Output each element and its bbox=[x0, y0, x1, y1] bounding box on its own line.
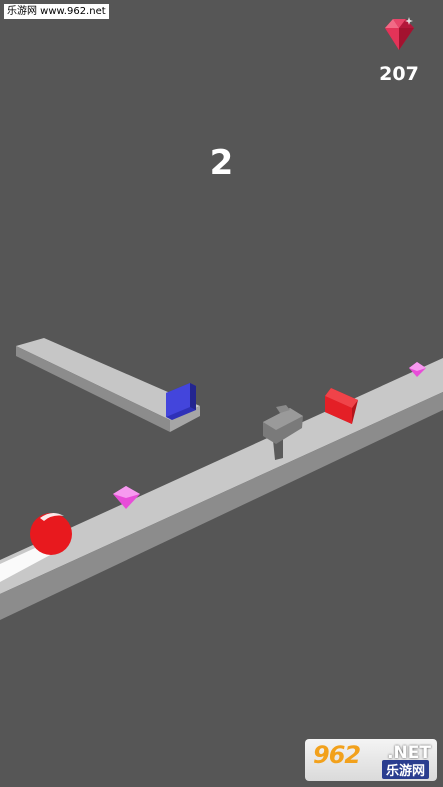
watermark-logo: 962 .NET 乐游网 bbox=[305, 739, 437, 781]
main-track bbox=[0, 358, 443, 620]
game-scene bbox=[0, 338, 443, 620]
watermark-brand: 962 bbox=[313, 741, 361, 769]
watermark-top: 乐游网 www.962.net bbox=[4, 4, 109, 19]
ruby-gem-icon bbox=[385, 17, 414, 50]
game-stage[interactable]: 乐游网 www.962.net 2 207 962 .NET 乐游网 bbox=[0, 0, 443, 787]
score-display: 2 bbox=[209, 143, 234, 183]
gem-counter: 207 bbox=[369, 14, 429, 85]
gem-count: 207 bbox=[379, 63, 419, 85]
red-ball bbox=[30, 512, 72, 555]
watermark-chinese: 乐游网 bbox=[381, 760, 429, 779]
